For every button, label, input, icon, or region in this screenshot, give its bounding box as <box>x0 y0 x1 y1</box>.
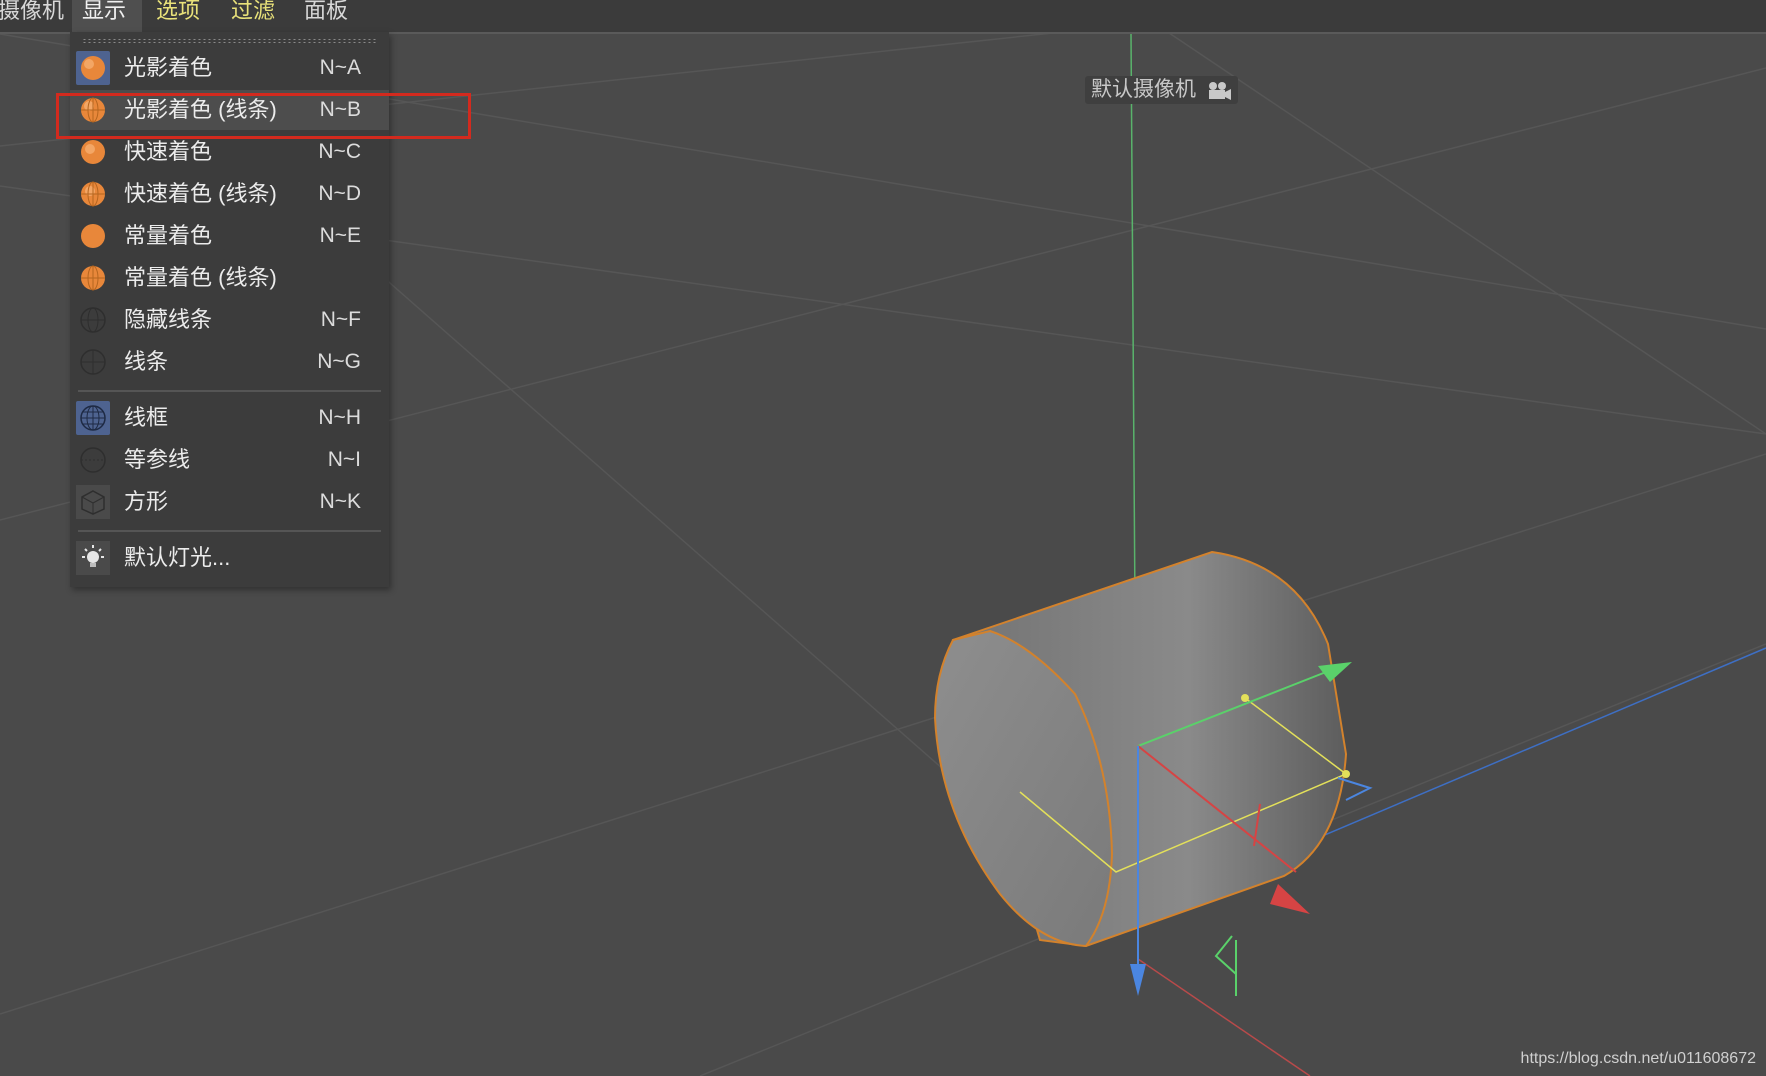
menu-item-box[interactable]: 方形 N~K <box>70 482 389 522</box>
menu-item-label: 快速着色 (线条) <box>124 181 277 206</box>
gray-sphere-lines-icon <box>76 303 110 337</box>
menu-item-lines[interactable]: 线条 N~G <box>70 342 389 382</box>
isoparm-sphere-icon <box>76 443 110 477</box>
orange-sphere-icon <box>76 135 110 169</box>
orange-sphere-icon <box>76 51 110 85</box>
menu-bar: 摄像机 显示 选项 过滤 面板 <box>0 0 1766 34</box>
camera-label-text: 默认摄像机 <box>1091 78 1196 101</box>
orange-sphere-lines-icon <box>76 177 110 211</box>
menu-tearoff-grip[interactable] <box>82 38 377 44</box>
menu-options[interactable]: 选项 <box>146 0 210 34</box>
orange-flat-sphere-icon <box>76 219 110 253</box>
menu-item-shortcut: N~D <box>318 182 361 205</box>
menu-panel[interactable]: 面板 <box>294 0 358 34</box>
menu-item-label: 线条 <box>124 349 169 374</box>
wireframe-sphere-icon <box>76 401 110 435</box>
menu-item-label: 等参线 <box>124 447 191 472</box>
menu-item-shortcut: N~G <box>317 350 361 373</box>
menu-separator <box>78 390 381 392</box>
menu-display[interactable]: 显示 <box>72 0 142 34</box>
menu-item-shortcut: N~I <box>327 448 361 471</box>
light-bulb-icon <box>76 541 110 575</box>
menu-item-shortcut: N~E <box>319 224 361 247</box>
handle-point[interactable] <box>1342 770 1350 778</box>
y-axis-line <box>1130 34 1136 610</box>
menu-camera[interactable]: 摄像机 <box>0 0 74 34</box>
menu-filter[interactable]: 过滤 <box>221 0 285 34</box>
menu-item-label: 光影着色 <box>124 55 213 80</box>
annotation-highlight-box <box>56 93 471 139</box>
menu-item-constant-shading[interactable]: 常量着色 N~E <box>70 216 389 256</box>
menu-item-wireframe[interactable]: 线框 N~H <box>70 398 389 438</box>
box-icon <box>76 485 110 519</box>
menu-item-shortcut: N~A <box>319 56 361 79</box>
orange-flat-sphere-lines-icon <box>76 261 110 295</box>
menu-item-constant-shading-lines[interactable]: 常量着色 (线条) <box>70 258 389 298</box>
menu-item-label: 隐藏线条 <box>124 307 213 332</box>
menu-item-gouraud-shading[interactable]: 光影着色 N~A <box>70 48 389 88</box>
menu-item-label: 方形 <box>124 489 169 514</box>
watermark: https://blog.csdn.net/u011608672 <box>1520 1050 1756 1067</box>
camera-label[interactable]: 默认摄像机 <box>1085 76 1238 104</box>
menu-item-label: 常量着色 <box>124 223 213 248</box>
gray-sphere-lines-icon <box>76 345 110 379</box>
menu-item-shortcut: N~K <box>319 490 361 513</box>
menu-item-hidden-line[interactable]: 隐藏线条 N~F <box>70 300 389 340</box>
menu-item-default-light[interactable]: 默认灯光... <box>70 538 389 578</box>
menu-item-isoparms[interactable]: 等参线 N~I <box>70 440 389 480</box>
z-arrow-handle[interactable] <box>1130 964 1146 996</box>
menu-item-label: 线框 <box>124 405 169 430</box>
z-axis-line <box>1137 958 1311 1076</box>
x-arrow-handle[interactable] <box>1270 884 1310 914</box>
menu-item-label: 默认灯光... <box>124 545 231 570</box>
menu-item-label: 常量着色 (线条) <box>124 265 277 290</box>
menu-separator <box>78 530 381 532</box>
menu-item-shortcut: N~H <box>318 406 361 429</box>
menu-item-quick-shading-lines[interactable]: 快速着色 (线条) N~D <box>70 174 389 214</box>
handle-point[interactable] <box>1241 694 1249 702</box>
menu-item-shortcut: N~F <box>320 308 361 331</box>
camera-icon <box>1209 82 1231 100</box>
